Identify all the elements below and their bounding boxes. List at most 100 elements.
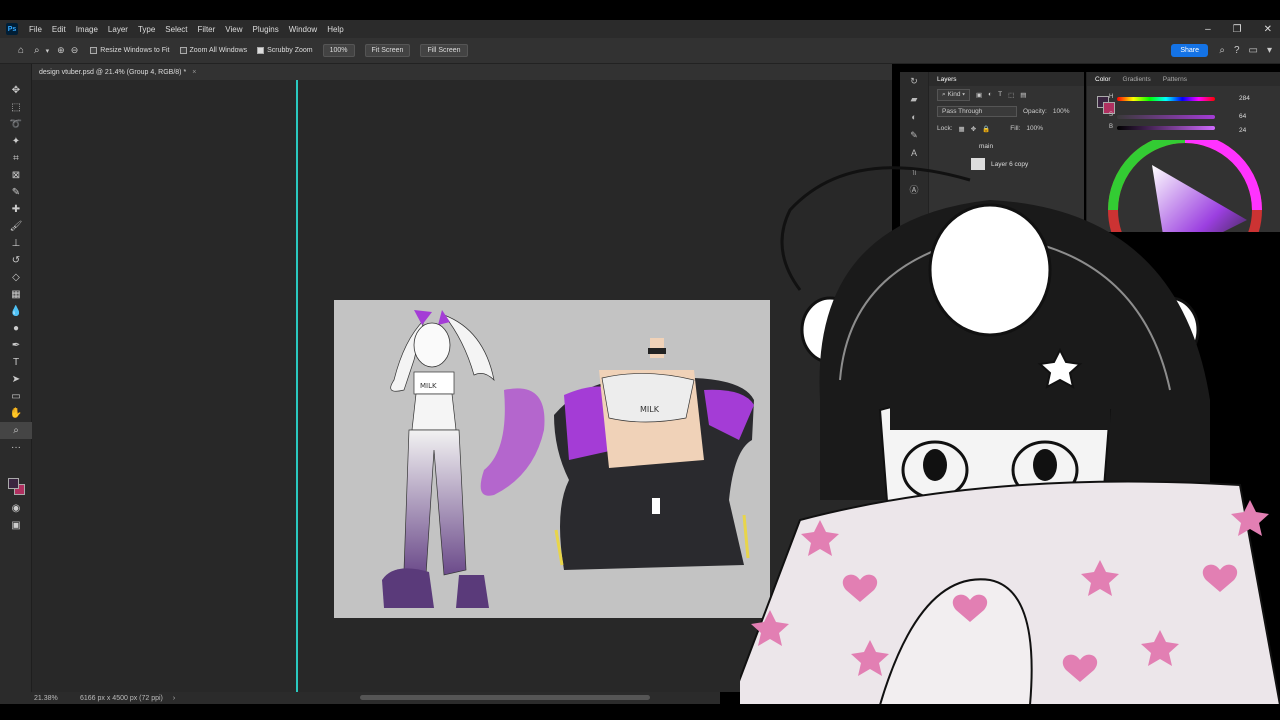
minimize-icon[interactable]: –: [1205, 24, 1211, 35]
document-canvas[interactable]: MILK MILK: [334, 300, 770, 618]
help-icon[interactable]: ?: [1234, 45, 1240, 56]
horizontal-scrollbar[interactable]: [360, 695, 650, 700]
scrubby-zoom-option[interactable]: Scrubby Zoom: [257, 47, 313, 54]
blend-opacity-row: Pass Through Opacity: 100%: [929, 103, 1084, 120]
adjustments-icon[interactable]: ◐: [900, 108, 928, 126]
menu-image[interactable]: Image: [71, 25, 103, 34]
filter-smart-icon[interactable]: ▤: [1020, 91, 1026, 99]
more-tools-icon[interactable]: ···: [0, 439, 32, 456]
color-panel-tabs: Color Gradients Patterns: [1087, 72, 1280, 86]
comments-icon[interactable]: ▰: [900, 90, 928, 108]
canvas-artwork: MILK MILK: [382, 310, 754, 608]
dodge-tool-icon[interactable]: ●: [0, 320, 32, 337]
scrubby-zoom-checkbox[interactable]: [257, 47, 265, 54]
menu-help[interactable]: Help: [322, 25, 348, 34]
menu-plugins[interactable]: Plugins: [248, 25, 284, 34]
b-value[interactable]: 24: [1239, 127, 1246, 134]
kind-filter-select[interactable]: ⌕ Kind ▾: [937, 88, 971, 101]
zoom-100-button[interactable]: 100%: [322, 44, 355, 57]
fill-value[interactable]: 100%: [1026, 125, 1043, 132]
h-value[interactable]: 284: [1239, 95, 1250, 102]
stamp-tool-icon[interactable]: ⊥: [0, 235, 32, 252]
lasso-tool-icon[interactable]: ➰: [0, 116, 32, 133]
blur-tool-icon[interactable]: 💧: [0, 303, 32, 320]
resize-windows-option[interactable]: Resize Windows to Fit: [90, 47, 170, 54]
brush-tool-icon[interactable]: 🖌: [0, 218, 32, 235]
lock-pixels-icon[interactable]: ▦: [959, 125, 965, 133]
eraser-tool-icon[interactable]: ◇: [0, 269, 32, 286]
menu-select[interactable]: Select: [160, 25, 192, 34]
chevron-down-icon[interactable]: ▾: [46, 47, 50, 55]
screen-mode-icon[interactable]: ▣: [0, 517, 32, 534]
zoom-level[interactable]: 21.38%: [0, 695, 60, 702]
history-icon[interactable]: ↻: [900, 72, 928, 90]
gradient-tool-icon[interactable]: ▦: [0, 286, 32, 303]
search-icon[interactable]: ⌕: [1219, 45, 1225, 56]
magic-wand-tool-icon[interactable]: ✦: [0, 133, 32, 150]
menu-edit[interactable]: Edit: [47, 25, 71, 34]
foreground-color-swatch[interactable]: [8, 478, 19, 489]
menu-window[interactable]: Window: [284, 25, 322, 34]
status-chevron-icon[interactable]: ›: [173, 695, 175, 702]
opacity-value[interactable]: 100%: [1053, 108, 1070, 115]
pen-tool-icon[interactable]: ✒: [0, 337, 32, 354]
move-tool-icon[interactable]: ✥: [0, 82, 32, 99]
document-info: 6166 px x 4500 px (72 ppi): [80, 694, 163, 702]
layers-filter-row: ⌕ Kind ▾ ▣ ◐ T ⬚ ▤: [929, 86, 1084, 103]
menu-filter[interactable]: Filter: [193, 25, 221, 34]
filter-adjustment-icon[interactable]: ◐: [988, 91, 992, 98]
zoom-out-icon[interactable]: ⊖: [71, 45, 79, 56]
filter-pixel-icon[interactable]: ▣: [976, 91, 982, 99]
tab-layers[interactable]: Layers: [937, 76, 957, 83]
lock-all-icon[interactable]: 🔒: [982, 125, 990, 133]
toolbar-grip: [0, 64, 31, 82]
zoom-tool-icon[interactable]: ⌕: [34, 45, 40, 56]
filter-type-icon[interactable]: T: [998, 91, 1002, 98]
hue-slider[interactable]: [1117, 97, 1215, 101]
marquee-tool-icon[interactable]: ⬚: [0, 99, 32, 116]
close-window-icon[interactable]: ✕: [1264, 24, 1272, 35]
lock-label: Lock:: [937, 125, 953, 132]
zoom-tool-icon[interactable]: ⌕: [0, 422, 32, 439]
hand-tool-icon[interactable]: ✋: [0, 405, 32, 422]
crop-tool-icon[interactable]: ⌗: [0, 150, 32, 167]
close-tab-icon[interactable]: ×: [192, 69, 196, 76]
options-bar: ⌂ ⌕ ▾ ⊕ ⊖ Resize Windows to Fit Zoom All…: [0, 38, 1280, 64]
s-value[interactable]: 64: [1239, 113, 1246, 120]
rectangle-tool-icon[interactable]: ▭: [0, 388, 32, 405]
document-tab[interactable]: design vtuber.psd @ 21.4% (Group 4, RGB/…: [32, 64, 892, 80]
type-tool-icon[interactable]: T: [0, 354, 32, 371]
bottom-bar: [0, 704, 1280, 720]
restore-icon[interactable]: ❐: [1233, 24, 1242, 35]
guide-line[interactable]: [296, 80, 298, 692]
zoom-in-icon[interactable]: ⊕: [57, 45, 65, 56]
path-selection-tool-icon[interactable]: ➤: [0, 371, 32, 388]
blend-mode-select[interactable]: Pass Through: [937, 106, 1017, 117]
zoom-all-option[interactable]: Zoom All Windows: [179, 47, 247, 54]
saturation-slider[interactable]: [1117, 115, 1215, 119]
menu-type[interactable]: Type: [133, 25, 160, 34]
top-right-icons: ⌕ ? ▭ ▾: [1219, 45, 1272, 56]
filter-shape-icon[interactable]: ⬚: [1008, 91, 1014, 99]
menu-file[interactable]: File: [24, 25, 47, 34]
tab-gradients[interactable]: Gradients: [1123, 76, 1151, 83]
menu-view[interactable]: View: [220, 25, 247, 34]
frame-tool-icon[interactable]: ⊠: [0, 167, 32, 184]
tab-patterns[interactable]: Patterns: [1163, 76, 1187, 83]
history-brush-tool-icon[interactable]: ↺: [0, 252, 32, 269]
fill-screen-button[interactable]: Fill Screen: [420, 44, 468, 57]
chevron-down-icon[interactable]: ▾: [1267, 45, 1272, 56]
eyedropper-tool-icon[interactable]: ✎: [0, 184, 32, 201]
menu-layer[interactable]: Layer: [103, 25, 133, 34]
lock-position-icon[interactable]: ✥: [971, 125, 976, 133]
tab-color[interactable]: Color: [1095, 76, 1111, 83]
home-icon[interactable]: ⌂: [18, 45, 24, 56]
workspace-icon[interactable]: ▭: [1249, 45, 1258, 56]
healing-tool-icon[interactable]: ✚: [0, 201, 32, 218]
resize-windows-checkbox[interactable]: [90, 47, 98, 54]
quick-mask-icon[interactable]: ◉: [0, 500, 32, 517]
fit-screen-button[interactable]: Fit Screen: [364, 44, 411, 57]
share-button[interactable]: Share: [1171, 44, 1208, 57]
brightness-slider[interactable]: [1117, 126, 1215, 130]
zoom-all-checkbox[interactable]: [179, 47, 187, 54]
